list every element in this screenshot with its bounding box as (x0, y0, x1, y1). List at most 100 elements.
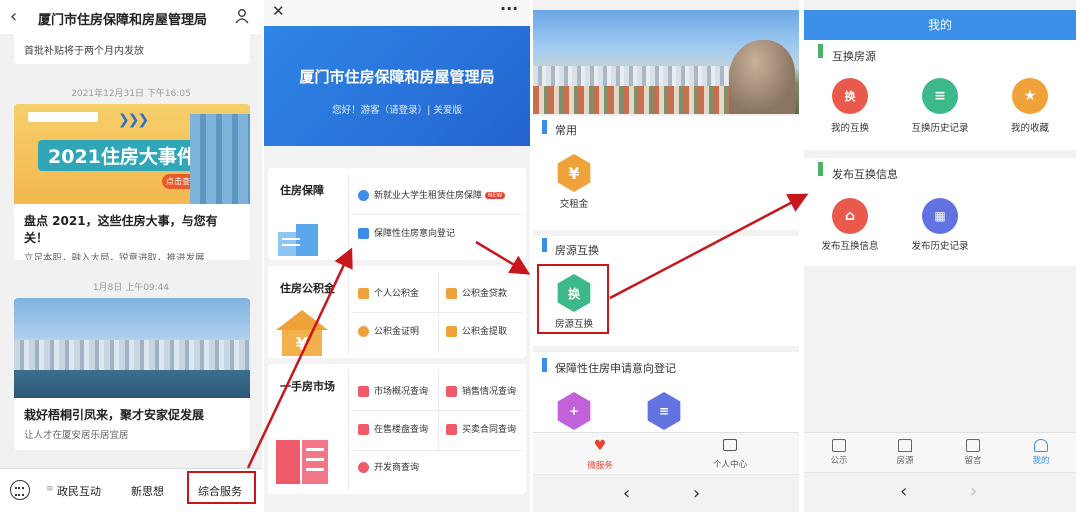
section-title: 一手房市场 (280, 380, 335, 393)
article-card[interactable]: 栽好梧桐引凤来，聚才安家促发展 让人才在厦安居乐居宜居 (14, 298, 250, 450)
back-icon[interactable]: ‹ (900, 481, 907, 502)
tab-label: 我的 (1032, 456, 1050, 466)
sea (14, 370, 250, 398)
item-developer-query[interactable]: 开发商查询 (358, 460, 419, 473)
divider (352, 312, 522, 313)
building-icon (278, 224, 318, 256)
block-title: 互换房源 (832, 50, 876, 63)
item-label: 公积金证明 (374, 327, 420, 337)
article-banner: ❯❯❯ 2021住房大事件 点击查看年度盘点 (14, 104, 250, 204)
item-label[interactable]: 我的收藏 (985, 120, 1075, 134)
building-icon (358, 424, 369, 435)
tab-listings[interactable]: 房源 (880, 439, 930, 466)
contract-icon (446, 424, 457, 435)
item-label: 公积金贷款 (462, 289, 508, 299)
item-new-graduate-housing[interactable]: 新就业大学生租赁住房保障 NEW (358, 188, 506, 201)
yen-icon[interactable]: ¥ (557, 154, 591, 192)
divider (438, 370, 439, 452)
item-label[interactable]: 我的互换 (805, 120, 895, 134)
user-icon[interactable] (234, 8, 250, 24)
block-exchange-listings: 互换房源 换 我的互换 ≡ 互换历史记录 ★ 我的收藏 (804, 40, 1076, 150)
scenery-photo (533, 10, 799, 114)
services-panel: ✕ ··· 厦门市住房保障和房屋管理局 您好！游客（请登录）| 关爱版 住房保障… (264, 0, 530, 512)
item-label: 个人公积金 (374, 289, 420, 299)
highlight-box (537, 264, 609, 334)
tab-micro-service[interactable]: ♥ 微服务 (575, 439, 625, 472)
block-title: 房源互换 (555, 244, 599, 257)
section-marker (542, 238, 547, 252)
back-icon[interactable]: ‹ (623, 483, 630, 504)
item-label: 开发商查询 (374, 463, 420, 473)
item-label[interactable]: 发布历史记录 (895, 238, 985, 252)
exchange-icon[interactable]: 换 (832, 78, 868, 114)
micro-service-panel: 常用 ¥ 交租金 房源互换 换 房源互换 保障性住房申请意向登记 + ≡ ♥ 微… (533, 0, 799, 512)
wechat-account-panel: ‹ 厦门市住房保障和房屋管理局 首批补贴将于两个月内发放 2021年12月31日… (0, 0, 262, 512)
svg-text:¥: ¥ (296, 334, 309, 355)
house-icon[interactable]: ⌂ (832, 198, 868, 234)
item-label: 市场概况查询 (374, 387, 429, 397)
star-icon[interactable]: ★ (1012, 78, 1048, 114)
message-icon (966, 439, 980, 452)
divider (348, 370, 349, 490)
notice-icon (832, 439, 846, 452)
menu-item-new-thought[interactable]: 新思想 (131, 483, 164, 499)
item-affordable-housing-registration[interactable]: 保障性住房意向登记 (358, 226, 455, 239)
menu-item-interaction[interactable]: 政民互动 (57, 483, 101, 499)
city-skyline (533, 66, 729, 86)
item-label: 公积金提取 (462, 327, 508, 337)
top-bar: ✕ ··· (264, 0, 530, 26)
article-card[interactable]: ❯❯❯ 2021住房大事件 点击查看年度盘点 盘点 2021，这些住房大事，与您… (14, 104, 250, 260)
item-fund-certificate[interactable]: 公积金证明 (358, 324, 419, 337)
calendar-icon[interactable]: ▦ (922, 198, 958, 234)
list-icon[interactable]: ≡ (922, 78, 958, 114)
house-icon (446, 326, 457, 337)
item-properties-on-sale[interactable]: 在售楼盘查询 (358, 422, 428, 435)
article-subtitle: 立足本职，融入大局，锐意进取，推进发展 (24, 253, 205, 260)
item-label[interactable]: 互换历史记录 (895, 120, 985, 134)
item-sales-status[interactable]: 销售情况查询 (446, 384, 516, 397)
more-icon[interactable]: ··· (500, 0, 518, 18)
item-market-overview[interactable]: 市场概况查询 (358, 384, 428, 397)
section-provident-fund: 住房公积金 ¥ 个人公积金 公积金贷款 公积金证明 公积金提取 (268, 266, 526, 358)
keyboard-icon[interactable] (10, 480, 30, 500)
item-fund-loan[interactable]: 公积金贷款 (446, 286, 507, 299)
tab-notice[interactable]: 公示 (814, 439, 864, 466)
item-label[interactable]: 发布互换信息 (805, 238, 895, 252)
tab-label: 留言 (964, 456, 982, 466)
person-icon (358, 462, 369, 473)
yen-icon (358, 326, 369, 337)
notebook-icon[interactable]: ≡ (647, 392, 681, 430)
divider (352, 450, 522, 451)
skyline (14, 340, 250, 370)
tab-mine[interactable]: 我的 (1016, 439, 1066, 466)
rock (729, 40, 795, 114)
block-affordable-registration: 保障性住房申请意向登记 + ≡ (533, 352, 799, 432)
item-sale-contract[interactable]: 买卖合同查询 (446, 422, 516, 435)
section-marker (818, 162, 823, 176)
timestamp: 1月8日 上午09:44 (92, 283, 170, 293)
section-title: 住房保障 (280, 184, 324, 197)
divider (348, 272, 349, 354)
back-icon[interactable]: ‹ (10, 6, 17, 27)
item-fund-withdrawal[interactable]: 公积金提取 (446, 324, 507, 337)
divider (348, 174, 349, 256)
arrows-decoration: ❯❯❯ (118, 112, 149, 128)
new-badge: NEW (485, 192, 506, 199)
person-add-icon[interactable]: + (557, 392, 591, 430)
heart-icon: ♥ (593, 438, 607, 454)
tab-personal-center[interactable]: 个人中心 (705, 439, 755, 471)
card-icon (358, 288, 369, 299)
hero-subtitle[interactable]: 您好！游客（请登录）| 关爱版 (264, 102, 530, 116)
banner-text: 2021住房大事件 (38, 140, 206, 171)
article-subtitle: 让人才在厦安居乐居宜居 (24, 430, 129, 441)
tab-messages[interactable]: 留言 (948, 439, 998, 466)
item-personal-fund[interactable]: 个人公积金 (358, 286, 419, 299)
page-title: 我的 (804, 10, 1076, 40)
item-label[interactable]: 交租金 (534, 196, 614, 210)
user-icon (1034, 439, 1048, 452)
close-icon[interactable]: ✕ (272, 2, 285, 20)
forward-icon[interactable]: › (693, 483, 700, 504)
document-icon (358, 228, 369, 239)
notice-snippet[interactable]: 首批补贴将于两个月内发放 (14, 34, 250, 64)
tab-label: 房源 (896, 456, 914, 466)
